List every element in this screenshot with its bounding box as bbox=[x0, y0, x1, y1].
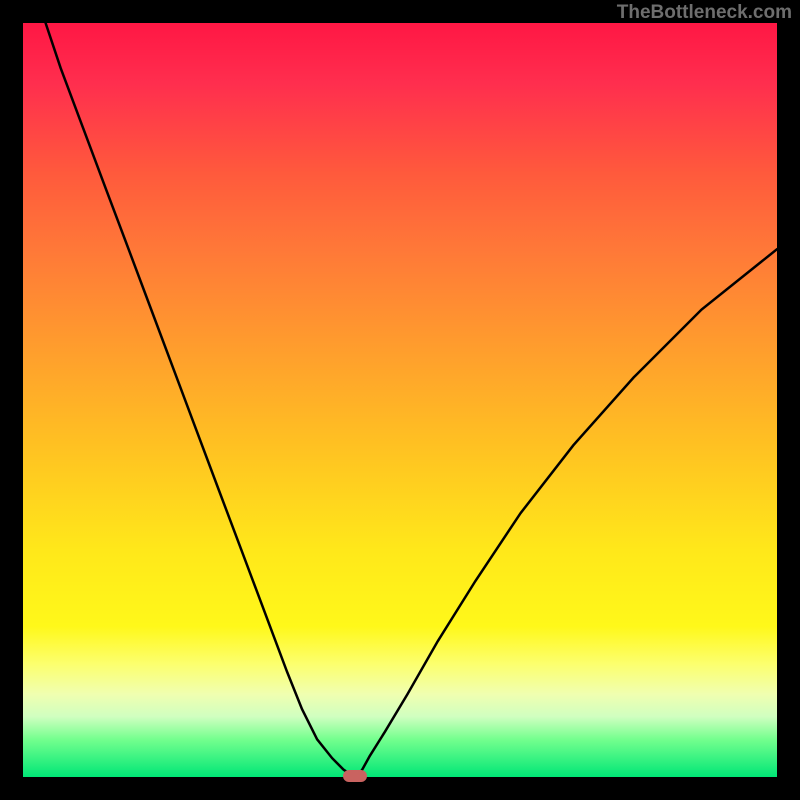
chart-frame: TheBottleneck.com bbox=[0, 0, 800, 800]
curve-path bbox=[46, 23, 777, 777]
optimum-marker bbox=[343, 770, 367, 782]
watermark-text: TheBottleneck.com bbox=[617, 2, 792, 24]
plot-area bbox=[23, 23, 777, 777]
bottleneck-curve bbox=[23, 23, 777, 777]
